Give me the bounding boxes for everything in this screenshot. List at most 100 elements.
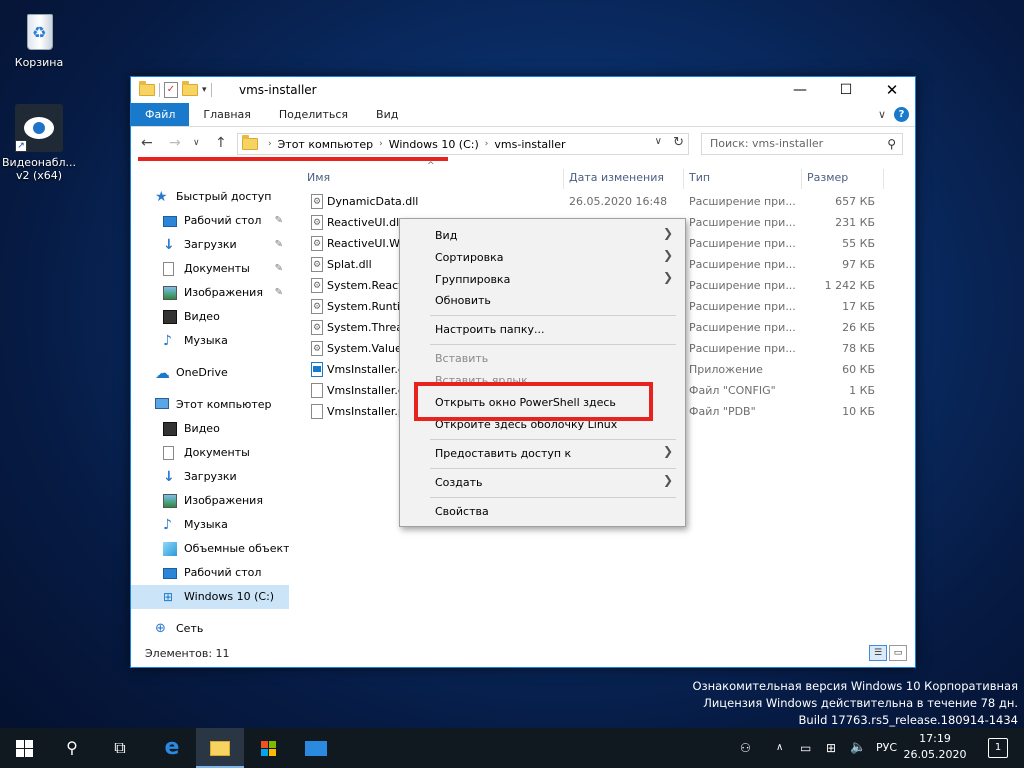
maximize-button[interactable]: ☐ — [823, 77, 869, 103]
file-size: 10 КБ — [842, 405, 875, 418]
details-view-icon[interactable]: ☰ — [869, 645, 887, 661]
file-icon — [311, 404, 323, 419]
column-divider[interactable] — [883, 169, 884, 189]
column-header-size[interactable]: Размер — [803, 165, 883, 191]
menu-item-properties[interactable]: Свойства — [435, 502, 489, 522]
vms-shortcut-label: Видеонабл... v2 (x64) — [2, 156, 77, 182]
sidebar-item[interactable]: ♪ Музыка — [131, 329, 289, 353]
breadcrumb-this-pc[interactable]: Этот компьютер — [278, 138, 374, 151]
input-language-indicator[interactable]: РУС — [876, 728, 897, 768]
recycle-bin-icon — [19, 6, 59, 52]
column-header-type[interactable]: Тип — [685, 165, 801, 191]
sidebar-item[interactable]: ↓ Загрузки — [131, 465, 289, 489]
sidebar-item[interactable]: Этот компьютер — [131, 393, 289, 417]
breadcrumb-separator-icon[interactable]: › — [379, 139, 383, 149]
network-icon[interactable]: ⊞ — [826, 728, 836, 768]
start-button[interactable] — [0, 728, 48, 768]
forward-arrow-icon[interactable]: → — [169, 135, 181, 151]
file-size: 78 КБ — [842, 342, 875, 355]
menu-item-sort[interactable]: Сортировка — [435, 248, 675, 268]
recycle-bin-desktop-icon[interactable]: Корзина — [2, 6, 76, 69]
up-arrow-icon[interactable]: ↑ — [215, 135, 227, 151]
sidebar-item[interactable]: ★ Быстрый доступ — [131, 185, 289, 209]
new-folder-icon[interactable] — [182, 81, 198, 96]
address-bar[interactable]: › Этот компьютер › Windows 10 (C:) › vms… — [237, 133, 689, 155]
system-clock[interactable]: 17:19 26.05.2020 — [900, 731, 970, 763]
file-row[interactable]: DynamicData.dll 26.05.2020 16:48 Расширени… — [289, 191, 915, 213]
breadcrumb-drive-c[interactable]: Windows 10 (C:) — [389, 138, 479, 151]
column-header-date[interactable]: Дата изменения — [565, 165, 683, 191]
tab-file[interactable]: Файл — [131, 103, 190, 126]
sidebar-item[interactable]: Видео — [131, 417, 289, 441]
column-header-name[interactable]: Имя — [303, 165, 563, 191]
mail-icon[interactable] — [292, 728, 340, 768]
sidebar-item-label: Видео — [184, 310, 220, 323]
menu-item-share-with[interactable]: Предоставить доступ к — [435, 444, 675, 464]
dll-file-icon — [311, 255, 323, 276]
help-icon[interactable]: ? — [894, 107, 909, 122]
submenu-arrow-icon: ❯ — [662, 473, 673, 487]
menu-item-group[interactable]: Группировка — [435, 270, 675, 290]
sidebar-item[interactable]: Рабочий стол — [131, 561, 289, 585]
customize-toolbar-chevron-icon[interactable]: ▾ — [202, 85, 207, 95]
file-size: 657 КБ — [835, 195, 875, 208]
sidebar-item[interactable]: Изображения ✎ — [131, 281, 289, 305]
search-input[interactable]: Поиск: vms-installer ⚲ — [701, 133, 903, 155]
watermark-line: Ознакомительная версия Windows 10 Корпор… — [692, 679, 1018, 693]
picture-icon — [163, 494, 177, 508]
network-icon: ⊕ — [155, 621, 166, 636]
display-icon[interactable]: ▭ — [800, 728, 811, 768]
notifications-icon[interactable]: 1 — [988, 738, 1008, 758]
column-divider[interactable] — [563, 169, 564, 189]
menu-item-view[interactable]: Вид — [435, 226, 675, 246]
sidebar-item[interactable]: Видео — [131, 305, 289, 329]
menu-item-refresh[interactable]: Обновить — [435, 291, 491, 311]
search-placeholder: Поиск: vms-installer — [710, 137, 824, 150]
breadcrumb-vms-installer[interactable]: vms-installer — [494, 138, 565, 151]
sidebar-item-label: Сеть — [176, 622, 204, 635]
search-icon[interactable]: ⚲ — [48, 728, 96, 768]
folder-icon — [242, 135, 258, 150]
sidebar-item[interactable]: ↓ Загрузки ✎ — [131, 233, 289, 257]
file-type: Расширение при... — [689, 195, 796, 208]
store-icon[interactable] — [244, 728, 292, 768]
menu-item-new[interactable]: Создать — [435, 473, 675, 493]
sidebar-item[interactable]: Документы — [131, 441, 289, 465]
sidebar-item[interactable]: ☁ OneDrive — [131, 361, 289, 385]
sidebar-item[interactable]: Документы ✎ — [131, 257, 289, 281]
vms-shortcut-desktop-icon[interactable]: ↗ Видеонабл... v2 (x64) — [2, 104, 76, 182]
sidebar-item[interactable]: Рабочий стол ✎ — [131, 209, 289, 233]
refresh-icon[interactable]: ↻ — [673, 135, 684, 150]
column-divider[interactable] — [801, 169, 802, 189]
sidebar-item[interactable]: Изображения — [131, 489, 289, 513]
sidebar-item[interactable]: ⊕ Сеть — [131, 617, 289, 641]
tab-share[interactable]: Поделиться — [265, 103, 362, 126]
sidebar-item[interactable]: Объемные объекты — [131, 537, 289, 561]
edge-browser-icon[interactable]: e — [148, 728, 196, 768]
tab-home[interactable]: Главная — [189, 103, 265, 126]
tab-view[interactable]: Вид — [362, 103, 412, 126]
dll-file-icon — [311, 339, 323, 360]
properties-icon[interactable]: ✓ — [164, 82, 178, 98]
breadcrumb-separator-icon[interactable]: › — [268, 139, 272, 149]
people-icon[interactable]: ⚇ — [740, 728, 751, 768]
sidebar-item[interactable]: ♪ Музыка — [131, 513, 289, 537]
large-icons-view-icon[interactable]: ▭ — [889, 645, 907, 661]
menu-item-customize-folder[interactable]: Настроить папку... — [435, 320, 544, 340]
show-hidden-icons-chevron-icon[interactable]: ∧ — [776, 728, 783, 768]
expand-ribbon-chevron-icon[interactable]: ∨ — [878, 108, 886, 121]
back-arrow-icon[interactable]: ← — [141, 135, 153, 151]
column-divider[interactable] — [683, 169, 684, 189]
close-button[interactable]: ✕ — [869, 77, 915, 103]
task-view-icon[interactable]: ⧉ — [96, 728, 144, 768]
minimize-button[interactable]: — — [777, 77, 823, 103]
volume-muted-icon[interactable]: 🔈 — [850, 728, 866, 768]
breadcrumb-separator-icon[interactable]: › — [485, 139, 489, 149]
sidebar-item-label: Изображения — [184, 286, 263, 299]
sidebar-item[interactable]: ⊞ Windows 10 (C:) — [131, 585, 289, 609]
file-type: Приложение — [689, 363, 763, 376]
address-dropdown-chevron-icon[interactable]: ∨ — [655, 136, 662, 147]
recent-locations-chevron-icon[interactable]: ∨ — [193, 138, 200, 148]
file-size: 17 КБ — [842, 300, 875, 313]
file-explorer-icon[interactable] — [196, 728, 244, 768]
